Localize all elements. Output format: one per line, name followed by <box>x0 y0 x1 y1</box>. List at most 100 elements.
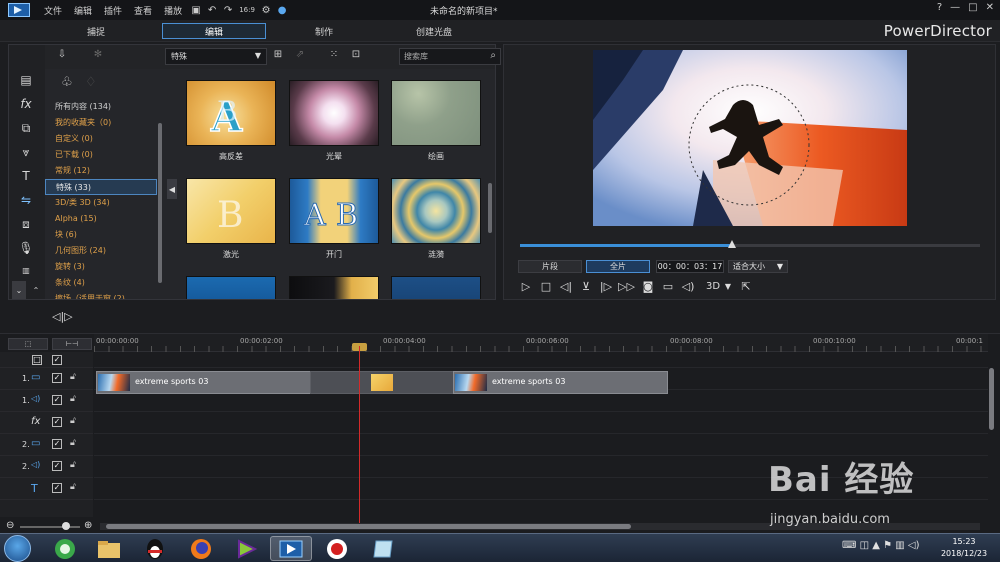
category-item[interactable]: 已下载 (0) <box>45 147 157 163</box>
export-icon[interactable]: ⇗ <box>291 49 309 65</box>
preview-seek-bar[interactable] <box>520 240 980 248</box>
category-item[interactable]: 块 (6) <box>45 227 157 243</box>
particle-room-icon[interactable]: ⩔ <box>17 143 35 161</box>
redo-icon[interactable]: ↷ <box>220 5 236 16</box>
timeline-view-button[interactable]: ⊢⊣ <box>52 338 92 350</box>
system-clock[interactable]: 15:23 2018/12/23 <box>936 536 992 560</box>
audio-mixing-icon[interactable]: ⧈ <box>17 215 35 233</box>
menu-play[interactable]: 播放 <box>158 4 188 17</box>
transition-item[interactable]: 涟漪 <box>391 178 481 260</box>
transition-item[interactable] <box>186 276 276 299</box>
add-to-timeline-icon[interactable]: ⊞ <box>269 49 287 65</box>
taskbar-app-notes[interactable] <box>362 536 404 561</box>
checkbox-icon[interactable]: ✓ <box>52 461 62 471</box>
category-item[interactable]: 特殊 (33) <box>45 179 157 195</box>
taskbar-app-explorer[interactable] <box>88 536 130 561</box>
category-item[interactable]: 自定义 (0) <box>45 131 157 147</box>
mark-icon[interactable]: ⊻ <box>578 279 594 295</box>
menu-edit[interactable]: 编辑 <box>68 4 98 17</box>
title-room-icon[interactable]: T <box>17 167 35 185</box>
grid-scrollbar[interactable] <box>487 73 493 299</box>
category-item[interactable]: 擦场（适用于窗 (2) <box>45 291 157 299</box>
subtitle-room-icon[interactable]: ▥ <box>17 261 35 279</box>
category-scrollbar[interactable] <box>157 115 163 295</box>
checkbox-icon[interactable]: ✓ <box>52 417 62 427</box>
category-item[interactable]: 常规 (12) <box>45 163 157 179</box>
seek-handle[interactable] <box>727 240 736 248</box>
undock-icon[interactable]: ⇱ <box>738 279 754 295</box>
tab-capture[interactable]: 捕捉 <box>40 23 152 39</box>
next-frame-icon[interactable]: |▷ <box>598 279 614 295</box>
subtitle-icon[interactable]: ▭ <box>660 279 676 295</box>
media-room-icon[interactable]: ▤ <box>17 71 35 89</box>
system-tray-icons[interactable]: ⌨ ◫ ▲ ⚑ ▥ ◁) <box>842 540 919 551</box>
category-scrollbar-thumb[interactable] <box>158 123 162 283</box>
save-icon[interactable]: ▣ <box>188 5 204 16</box>
category-dropdown[interactable]: 特殊 ▼ <box>165 48 267 65</box>
fit-size-dropdown[interactable]: 适合大小 ▼ <box>728 260 788 273</box>
checkbox-icon[interactable]: ✓ <box>52 395 62 405</box>
zoom-slider-handle[interactable] <box>62 522 70 530</box>
lock-icon[interactable]: 🔓︎ <box>70 372 76 382</box>
taskbar-app-firefox[interactable] <box>180 536 222 561</box>
aspect-ratio-icon[interactable]: 16:9 <box>236 6 258 14</box>
transition-item[interactable]: AB 高反差 <box>186 80 276 162</box>
volume-icon[interactable]: ◁) <box>680 279 696 295</box>
horizontal-scrollbar-thumb[interactable] <box>106 524 631 529</box>
grid-scrollbar-thumb[interactable] <box>488 183 492 233</box>
category-item[interactable]: 旋转 (3) <box>45 259 157 275</box>
track-area[interactable]: extreme sports 03 extreme sports 03 <box>94 352 988 517</box>
remove-tag-icon[interactable]: ♢ <box>85 75 97 90</box>
storyboard-view-button[interactable]: ⬚ <box>8 338 48 350</box>
master-toggle-icon[interactable]: □ <box>32 355 42 365</box>
transition-item[interactable]: 光晕 <box>289 80 379 162</box>
import-icon[interactable]: ⇩ <box>53 49 71 65</box>
plugin-icon[interactable]: ✻ <box>89 49 107 65</box>
transition-item[interactable]: B 激光 <box>186 178 276 260</box>
transition-item[interactable]: 绘画 <box>391 80 481 162</box>
checkbox-icon[interactable]: ✓ <box>52 483 62 493</box>
video-clip[interactable]: extreme sports 03 <box>453 371 668 394</box>
timeline-ruler[interactable]: 00:00:00:00 00:00:02:00 00:00:04:00 00:0… <box>94 334 988 352</box>
collapse-panel-button[interactable]: ◀ <box>167 179 177 199</box>
checkbox-icon[interactable]: ✓ <box>52 439 62 449</box>
voiceover-icon[interactable]: 🎙 <box>17 239 35 257</box>
fast-forward-icon[interactable]: ▷▷ <box>618 279 635 295</box>
thumbnail-size-icon[interactable]: ⊡ <box>347 49 365 65</box>
category-item[interactable]: 我的收藏夹（0) <box>45 115 157 131</box>
zoom-out-icon[interactable]: ⊖ <box>6 520 14 531</box>
lock-icon[interactable]: 🔓︎ <box>70 438 76 448</box>
transition-item[interactable] <box>289 276 379 299</box>
menu-view[interactable]: 查看 <box>128 4 158 17</box>
lock-icon[interactable]: 🔓︎ <box>70 416 76 426</box>
undo-icon[interactable]: ↶ <box>204 5 220 16</box>
close-icon[interactable]: ✕ <box>986 2 994 13</box>
library-search-input[interactable]: 搜索库 ⌕ <box>399 48 501 65</box>
tab-create-disc[interactable]: 创建光盘 <box>380 23 488 39</box>
effect-room-icon[interactable]: fx <box>17 95 35 113</box>
movie-mode-button[interactable]: 全片 <box>586 260 650 273</box>
fit-timeline-icon[interactable]: ◁|▷ <box>52 310 73 323</box>
transition-item[interactable]: AB 开门 <box>289 178 379 260</box>
checkbox-icon[interactable]: ✓ <box>52 373 62 383</box>
checkbox-icon[interactable]: ✓ <box>52 355 62 365</box>
taskbar-app-media[interactable] <box>226 536 268 561</box>
upgrade-icon[interactable]: ● <box>274 5 290 16</box>
zoom-in-icon[interactable]: ⊕ <box>84 520 92 531</box>
transition-room-icon[interactable]: ⇋ <box>17 191 35 209</box>
category-item[interactable]: Alpha (15) <box>45 211 157 227</box>
lock-icon[interactable]: 🔓︎ <box>70 482 76 492</box>
taskbar-app-recorder[interactable] <box>316 536 358 561</box>
chevron-down-icon[interactable]: ⌄ <box>12 281 26 299</box>
lock-icon[interactable]: 🔓︎ <box>70 394 76 404</box>
category-item[interactable]: 几何图形 (24) <box>45 243 157 259</box>
video-clip[interactable]: extreme sports 03 <box>96 371 311 394</box>
chevron-down-icon[interactable]: ▼ <box>720 279 736 295</box>
start-button[interactable] <box>4 535 31 562</box>
menu-plugins[interactable]: 插件 <box>98 4 128 17</box>
category-item[interactable]: 3D/类 3D (34) <box>45 195 157 211</box>
lock-icon[interactable]: 🔓︎ <box>70 460 76 470</box>
prev-frame-icon[interactable]: ◁| <box>558 279 574 295</box>
menu-file[interactable]: 文件 <box>38 4 68 17</box>
category-item[interactable]: 条纹 (4) <box>45 275 157 291</box>
